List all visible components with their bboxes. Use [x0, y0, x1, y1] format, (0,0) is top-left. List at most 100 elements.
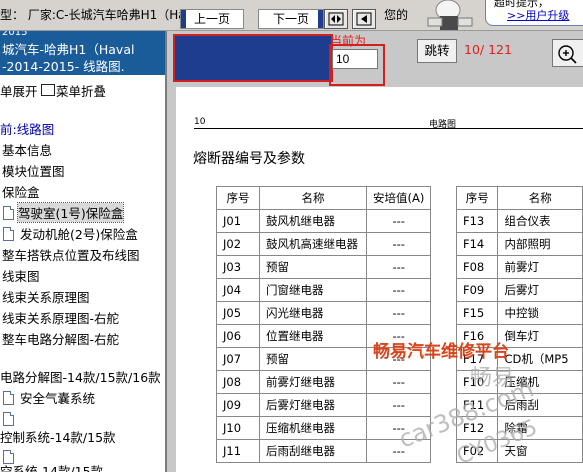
table-cell: F13 [455, 209, 499, 233]
table-cell: 门窗继电器 [259, 278, 367, 302]
header-divider [194, 128, 583, 129]
col-header: 序号 [216, 186, 260, 210]
table-cell: 压缩机继电器 [259, 416, 367, 440]
table-cell: F15 [455, 301, 499, 325]
table-cell: 鼓风机继电器 [259, 209, 367, 233]
zoom-in-icon [558, 45, 577, 64]
table-cell: J03 [216, 255, 260, 279]
back-icon [356, 12, 372, 26]
tree-item-fuse-box[interactable]: 保险盒 [2, 182, 40, 201]
table-cell: --- [365, 370, 432, 394]
table-cell: J10 [216, 416, 260, 440]
table-header-row: 序号 名称 安培值(A) [216, 186, 432, 210]
table-cell: J02 [216, 232, 260, 256]
col-header: 安培值(A) [365, 186, 432, 210]
table-row: F14 内部照明 [455, 232, 583, 256]
page-fit-button[interactable] [324, 9, 348, 29]
table-header-row: 序号 名称 [455, 186, 583, 210]
next-page-label: 下一页 [272, 12, 309, 26]
table-cell: F14 [455, 232, 499, 256]
tree-item-circuit-breakdown[interactable]: 电路分解图-14款/15款/16款 [0, 367, 161, 386]
table-cell: --- [365, 393, 432, 417]
page-prev-button[interactable] [352, 9, 376, 29]
tree-item-engine-fuse-box[interactable]: 发动机舱(2号)保险盒 [20, 224, 138, 243]
table-cell: 后雾灯继电器 [259, 393, 367, 417]
sidebar-title-top: 2015 [2, 31, 28, 38]
col-header: 名称 [497, 186, 583, 210]
tree-item-harness-schematic-rhd[interactable]: 线束关系原理图-右舵 [2, 308, 119, 327]
table-row: J03 预留 --- [216, 255, 432, 279]
table-row: J02 鼓风机高速继电器 --- [216, 232, 432, 256]
table-cell: 内部照明 [497, 232, 583, 256]
mascot-icon [418, 0, 484, 32]
tree-item-cabin-fuse-box[interactable]: 驾驶室(1号)保险盒 [16, 202, 125, 223]
notice-text: 您的 [384, 8, 409, 22]
table-cell: J05 [216, 301, 260, 325]
table-cell: --- [365, 209, 432, 233]
watermark-text: 畅易汽车维修平台 [373, 342, 509, 362]
prev-page-button[interactable]: 上一页 [180, 9, 244, 29]
table-row: F08 前雾灯 [455, 255, 583, 279]
table-cell: 组合仪表 [497, 209, 583, 233]
document-icon [3, 391, 14, 405]
prev-page-label: 上一页 [193, 12, 230, 26]
table-row: J09 后雾灯继电器 --- [216, 393, 432, 417]
sidebar-header: 2015 城汽车-哈弗H1（Haval -2014-2015- 线路图. [0, 31, 165, 75]
table-cell: 后雾灯 [497, 278, 583, 302]
table-cell: 中控锁 [497, 301, 583, 325]
table-cell: 前雾灯 [497, 255, 583, 279]
table-cell: --- [365, 255, 432, 279]
table-cell: J01 [216, 209, 260, 233]
sidebar: 2015 城汽车-哈弗H1（Haval -2014-2015- 线路图. 单展开… [0, 31, 167, 472]
tree-item-circuit-breakdown-rhd[interactable]: 整车电路分解图-右舵 [2, 329, 119, 348]
tree-item-basic-info[interactable]: 基本信息 [2, 140, 52, 159]
table-row: F15 中控锁 [455, 301, 583, 325]
table-cell: J06 [216, 324, 260, 348]
table-cell: 前雾灯继电器 [259, 370, 367, 394]
fit-width-icon [328, 12, 344, 26]
table-cell: --- [365, 232, 432, 256]
zoom-button[interactable] [552, 39, 583, 67]
upgrade-link[interactable]: >>用户升级 [507, 7, 569, 23]
folder-icon [41, 84, 55, 96]
table-cell: 闪光继电器 [259, 301, 367, 325]
table-cell: F09 [455, 278, 499, 302]
tree-item-control-system[interactable]: 控制系统-14款/15款 [0, 427, 116, 446]
table-cell: 鼓风机高速继电器 [259, 232, 367, 256]
document-icon [3, 227, 14, 241]
tree-item-ac-system[interactable]: 空系统-14款/15款 [0, 461, 103, 472]
table-row: J01 鼓风机继电器 --- [216, 209, 432, 233]
table-cell: J09 [216, 393, 260, 417]
table-cell: 倒车灯 [497, 324, 583, 348]
doc-page-number: 10 [194, 117, 206, 127]
table-cell: J07 [216, 347, 260, 371]
col-header: 序号 [455, 186, 499, 210]
left-fuse-table: 序号 名称 安培值(A) J01 鼓风机继电器 --- J02 鼓风机高速继电器 --- J… [216, 186, 432, 463]
table-cell: 预留 [259, 347, 367, 371]
menu-expand-link[interactable]: 单展开 [0, 81, 38, 100]
tree-item-harness-schematic[interactable]: 线束关系原理图 [2, 287, 90, 306]
tree-item-airbag[interactable]: 安全气囊系统 [20, 388, 95, 407]
document-icon [3, 412, 14, 426]
table-cell: J11 [216, 439, 260, 463]
table-cell: F08 [455, 255, 499, 279]
tree-item-harness[interactable]: 线束图 [2, 266, 40, 285]
table-cell: --- [365, 278, 432, 302]
table-row: J05 闪光继电器 --- [216, 301, 432, 325]
table-row: J08 前雾灯继电器 --- [216, 370, 432, 394]
tree-item-module-location[interactable]: 模块位置图 [2, 161, 65, 180]
table-cell: J08 [216, 370, 260, 394]
col-header: 名称 [259, 186, 367, 210]
table-row: J04 门窗继电器 --- [216, 278, 432, 302]
jump-button[interactable]: 跳转 [417, 39, 457, 63]
page-count: 10/ 121 [464, 42, 512, 57]
menu-collapse-link[interactable]: 菜单折叠 [56, 81, 106, 100]
tree-current-wiring[interactable]: 前:线路图 [0, 119, 54, 138]
table-row: J11 后雨刮继电器 --- [216, 439, 432, 463]
table-row: F13 组合仪表 [455, 209, 583, 233]
next-page-button[interactable]: 下一页 [258, 9, 324, 29]
page-number-input[interactable] [332, 49, 378, 69]
document-icon [3, 206, 14, 220]
tree-item-grounding[interactable]: 整车搭铁点位置及布线图 [2, 245, 140, 264]
sidebar-title-line2: -2014-2015- 线路图. [2, 59, 125, 74]
